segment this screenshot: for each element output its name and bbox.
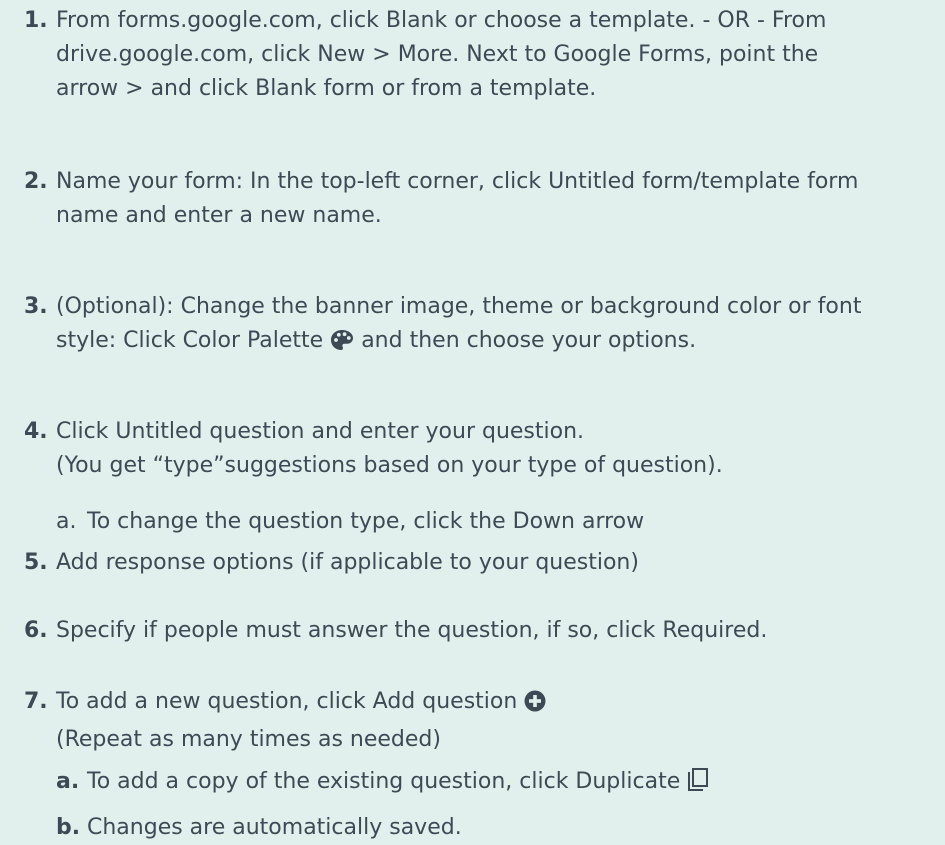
step-number: 1. [24, 8, 48, 33]
step-line: To add a new question, click Add questio… [56, 685, 936, 723]
step-text-before-icon: style: Click Color Palette [56, 328, 324, 353]
step-number: 5. [24, 550, 48, 575]
step-text: Click Untitled question and enter your q… [56, 415, 936, 539]
step-text: Add response options (if applicable to y… [56, 550, 639, 575]
step-line: style: Click Color Palette and then choo… [56, 324, 936, 362]
step-line: Click Untitled question and enter your q… [56, 419, 585, 444]
sub-step: a. To add a copy of the existing questio… [56, 765, 936, 803]
palette-icon [330, 328, 354, 362]
step-4: 4. Click Untitled question and enter you… [0, 415, 945, 545]
step-number: 3. [24, 294, 48, 319]
sub-step-marker: a. [56, 509, 77, 534]
step-number: 4. [24, 419, 48, 444]
step-7: 7. To add a new question, click Add ques… [0, 685, 945, 840]
step-number: 6. [24, 618, 48, 643]
step-6: 6. Specify if people must answer the que… [0, 614, 945, 648]
step-number: 7. [24, 689, 48, 714]
step-text: Name your form: In the top-left corner, … [56, 165, 936, 233]
add-circle-icon [524, 689, 546, 723]
sub-step-text: To change the question type, click the D… [87, 509, 645, 534]
sub-step: b. Changes are automatically saved. [56, 811, 936, 845]
duplicate-icon [687, 768, 709, 803]
step-line: From forms.google.com, click Blank or ch… [56, 8, 827, 33]
step-line: (You get “type”suggestions based on your… [56, 453, 723, 478]
step-text: From forms.google.com, click Blank or ch… [56, 4, 936, 106]
sub-step-text: To add a copy of the existing question, … [87, 769, 681, 794]
step-line: name and enter a new name. [56, 203, 382, 228]
step-text: (Optional): Change the banner image, the… [56, 290, 936, 362]
step-text: Specify if people must answer the questi… [56, 618, 768, 643]
step-line: Name your form: In the top-left corner, … [56, 169, 859, 194]
sub-step-marker: b. [56, 815, 81, 840]
help-document: { "steps": [ { "number": "1.", "lines": … [0, 0, 945, 840]
sub-step-text: Changes are automatically saved. [87, 815, 462, 840]
step-3: 3. (Optional): Change the banner image, … [0, 290, 945, 362]
step-line: drive.google.com, click New > More. Next… [56, 42, 819, 67]
step-line: (Repeat as many times as needed) [56, 727, 441, 752]
sub-step-marker: a. [56, 769, 80, 794]
step-2: 2. Name your form: In the top-left corne… [0, 165, 945, 237]
step-line: arrow > and click Blank form or from a t… [56, 76, 597, 101]
sub-step: a. To change the question type, click th… [56, 505, 936, 539]
step-text-before-icon: To add a new question, click Add questio… [56, 689, 518, 714]
step-text: To add a new question, click Add questio… [56, 685, 936, 845]
step-5: 5. Add response options (if applicable t… [0, 546, 945, 580]
step-line: (Optional): Change the banner image, the… [56, 294, 862, 319]
step-text-after-icon: and then choose your options. [361, 328, 697, 353]
step-number: 2. [24, 169, 48, 194]
step-1: 1. From forms.google.com, click Blank or… [0, 4, 945, 114]
